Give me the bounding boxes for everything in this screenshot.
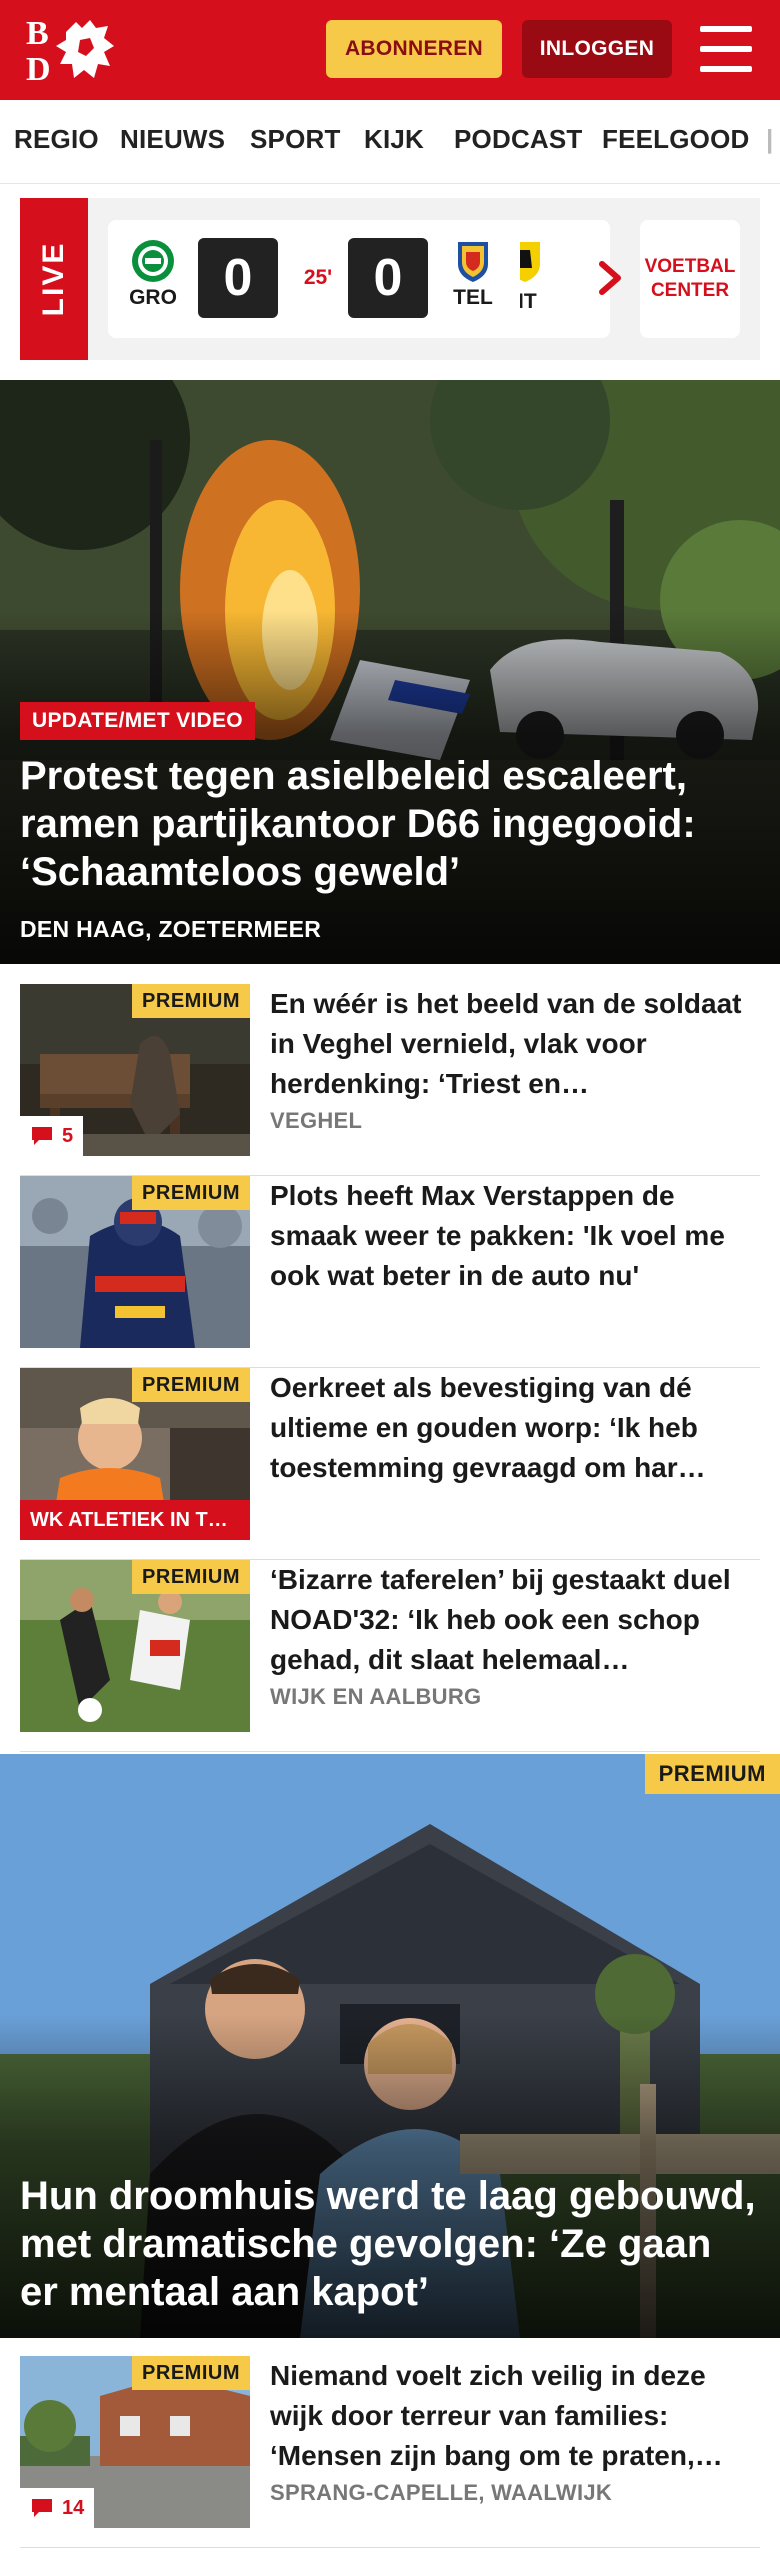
telstar-logo-icon bbox=[458, 242, 488, 282]
hero-tag: UPDATE/MET VIDEO bbox=[20, 702, 255, 740]
login-button[interactable]: INLOGGEN bbox=[522, 20, 672, 78]
article-thumbnail: PREMIUM 5 bbox=[20, 984, 250, 1156]
feature-article[interactable]: PREMIUM Hun droomhuis werd te laag gebou… bbox=[0, 1754, 780, 2338]
article-thumbnail: PREMIUM bbox=[20, 1560, 250, 1732]
article-thumbnail: PREMIUM bbox=[20, 1176, 250, 1348]
comment-count[interactable]: 5 bbox=[20, 1116, 84, 1156]
article-location: WIJK EN AALBURG bbox=[270, 1684, 482, 1709]
premium-badge: PREMIUM bbox=[132, 1560, 250, 1594]
voetbal-center-link[interactable]: VOETBAL CENTER bbox=[640, 220, 740, 338]
article-thumbnail: PREMIUM WK ATLETIEK IN T… bbox=[20, 1368, 250, 1540]
article-item[interactable]: PREMIUM 14 Niemand voelt zich veilig in … bbox=[20, 2356, 760, 2548]
article-location: SPRANG-CAPELLE, WAALWIJK bbox=[270, 2480, 613, 2505]
article-location: VEGHEL bbox=[270, 1108, 363, 1133]
groningen-logo-icon bbox=[132, 240, 174, 282]
home-score: 0 bbox=[198, 238, 278, 318]
premium-badge: PREMIUM bbox=[132, 984, 250, 1018]
article-title[interactable]: Plots heeft Max Verstappen de smaak weer… bbox=[270, 1176, 760, 1296]
article-item[interactable]: PREMIUM 5 En wéér is het beeld van de so… bbox=[20, 984, 760, 1176]
article-item[interactable]: PREMIUM WK ATLETIEK IN T… Oerkreet als b… bbox=[20, 1368, 760, 1560]
nav-item-regio[interactable]: REGIO bbox=[14, 124, 99, 155]
vitesse-logo-icon bbox=[520, 242, 540, 282]
bd-logo[interactable]: B D bbox=[24, 14, 124, 86]
chevron-right-icon[interactable] bbox=[590, 258, 630, 298]
article-title[interactable]: ‘Bizarre taferelen’ bij gestaakt duel NO… bbox=[270, 1560, 760, 1680]
article-item[interactable]: PREMIUM ‘Bizarre taferelen’ bij gestaakt… bbox=[20, 1560, 760, 1752]
article-thumbnail: PREMIUM 14 bbox=[20, 2356, 250, 2528]
away-score: 0 bbox=[348, 238, 428, 318]
article-title[interactable]: En wéér is het beeld van de soldaat in V… bbox=[270, 984, 760, 1104]
home-team: GRO bbox=[118, 238, 188, 310]
comment-icon bbox=[32, 2499, 52, 2517]
comment-icon bbox=[32, 1127, 52, 1145]
live-scores: LIVE GRO 0 25' 0 TEL VIT bbox=[20, 198, 760, 360]
nav-item-kijk[interactable]: KIJK bbox=[364, 124, 424, 155]
hero-article[interactable]: UPDATE/MET VIDEO Protest tegen asielbele… bbox=[0, 380, 780, 964]
premium-badge: PREMIUM bbox=[132, 1176, 250, 1210]
comment-count[interactable]: 14 bbox=[20, 2488, 95, 2528]
premium-badge: PREMIUM bbox=[132, 1368, 250, 1402]
nav-item-nieuws[interactable]: NIEUWS bbox=[120, 124, 225, 155]
nav-item-more[interactable]: | bbox=[766, 124, 773, 155]
article-category-tag: WK ATLETIEK IN T… bbox=[20, 1500, 250, 1540]
away-team-name: TEL bbox=[453, 286, 493, 309]
hero-title[interactable]: Protest tegen asielbeleid escaleert, ram… bbox=[20, 752, 760, 896]
nav-item-podcast[interactable]: PODCAST bbox=[454, 124, 583, 155]
home-team-name: GRO bbox=[129, 286, 177, 309]
subscribe-button[interactable]: ABONNEREN bbox=[326, 20, 502, 78]
feature-title[interactable]: Hun droomhuis werd te laag gebouwd, met … bbox=[20, 2172, 760, 2316]
svg-text:B: B bbox=[26, 15, 49, 52]
live-label: LIVE bbox=[20, 198, 88, 360]
nav-item-sport[interactable]: SPORT bbox=[250, 124, 341, 155]
premium-badge: PREMIUM bbox=[132, 2356, 250, 2390]
next-match-team: VIT bbox=[520, 290, 537, 313]
match-card[interactable]: GRO 0 25' 0 TEL bbox=[108, 220, 568, 338]
nav-item-feelgood[interactable]: FEELGOOD bbox=[602, 124, 750, 155]
site-header: B D ABONNEREN INLOGGEN bbox=[0, 0, 780, 100]
match-minute: 25' bbox=[303, 266, 333, 289]
hamburger-menu-icon[interactable] bbox=[700, 26, 752, 72]
section-nav: REGIO NIEUWS SPORT KIJK PODCAST FEELGOOD… bbox=[0, 100, 780, 184]
article-title[interactable]: Oerkreet als bevestiging van dé ultieme … bbox=[270, 1368, 760, 1488]
article-title[interactable]: Niemand voelt zich veilig in deze wijk d… bbox=[270, 2356, 760, 2476]
premium-badge: PREMIUM bbox=[644, 1754, 780, 1794]
hero-location: DEN HAAG, ZOETERMEER bbox=[20, 916, 322, 942]
away-team: TEL bbox=[438, 238, 508, 310]
svg-text:D: D bbox=[26, 51, 51, 86]
article-item[interactable]: PREMIUM Plots heeft Max Verstappen de sm… bbox=[20, 1176, 760, 1368]
